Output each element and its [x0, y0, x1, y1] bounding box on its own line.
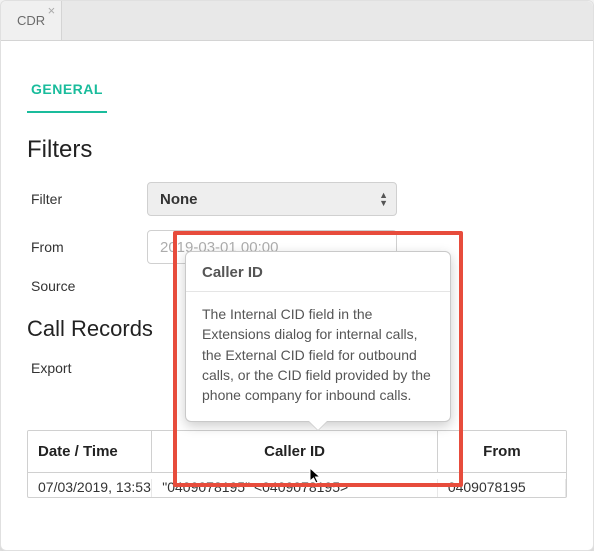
- chevron-updown-icon: ▲▼: [379, 191, 388, 207]
- table-header: Date / Time Caller ID From: [28, 431, 566, 473]
- cell-callerid: "0409078195" <0409078195>: [152, 479, 438, 497]
- col-header-callerid[interactable]: Caller ID: [152, 431, 438, 472]
- inner-tabs: GENERAL: [27, 69, 567, 114]
- tooltip-callerid: Caller ID The Internal CID field in the …: [185, 251, 451, 422]
- tab-cdr[interactable]: CDR ×: [1, 1, 62, 40]
- col-header-datetime[interactable]: Date / Time: [28, 431, 152, 472]
- filter-select-value: None: [160, 191, 198, 208]
- filter-select[interactable]: None ▲▼: [147, 182, 397, 216]
- tooltip-body: The Internal CID field in the Extensions…: [186, 292, 450, 421]
- export-label: Export: [27, 360, 147, 376]
- table-row[interactable]: 07/03/2019, 13:53 "0409078195" <04090781…: [28, 473, 566, 497]
- filter-label: Filter: [27, 191, 147, 207]
- col-header-from[interactable]: From: [438, 431, 566, 472]
- tooltip-title: Caller ID: [186, 252, 450, 292]
- filters-heading: Filters: [27, 136, 567, 164]
- records-table: Date / Time Caller ID From 07/03/2019, 1…: [27, 430, 567, 498]
- tab-bar: CDR ×: [1, 1, 593, 41]
- cell-from: 0409078195: [438, 479, 566, 497]
- from-label: From: [27, 239, 147, 255]
- source-label: Source: [27, 278, 147, 294]
- close-icon[interactable]: ×: [48, 4, 56, 17]
- tab-label: CDR: [17, 13, 45, 28]
- tab-general[interactable]: GENERAL: [27, 69, 107, 113]
- cell-datetime: 07/03/2019, 13:53: [28, 479, 152, 497]
